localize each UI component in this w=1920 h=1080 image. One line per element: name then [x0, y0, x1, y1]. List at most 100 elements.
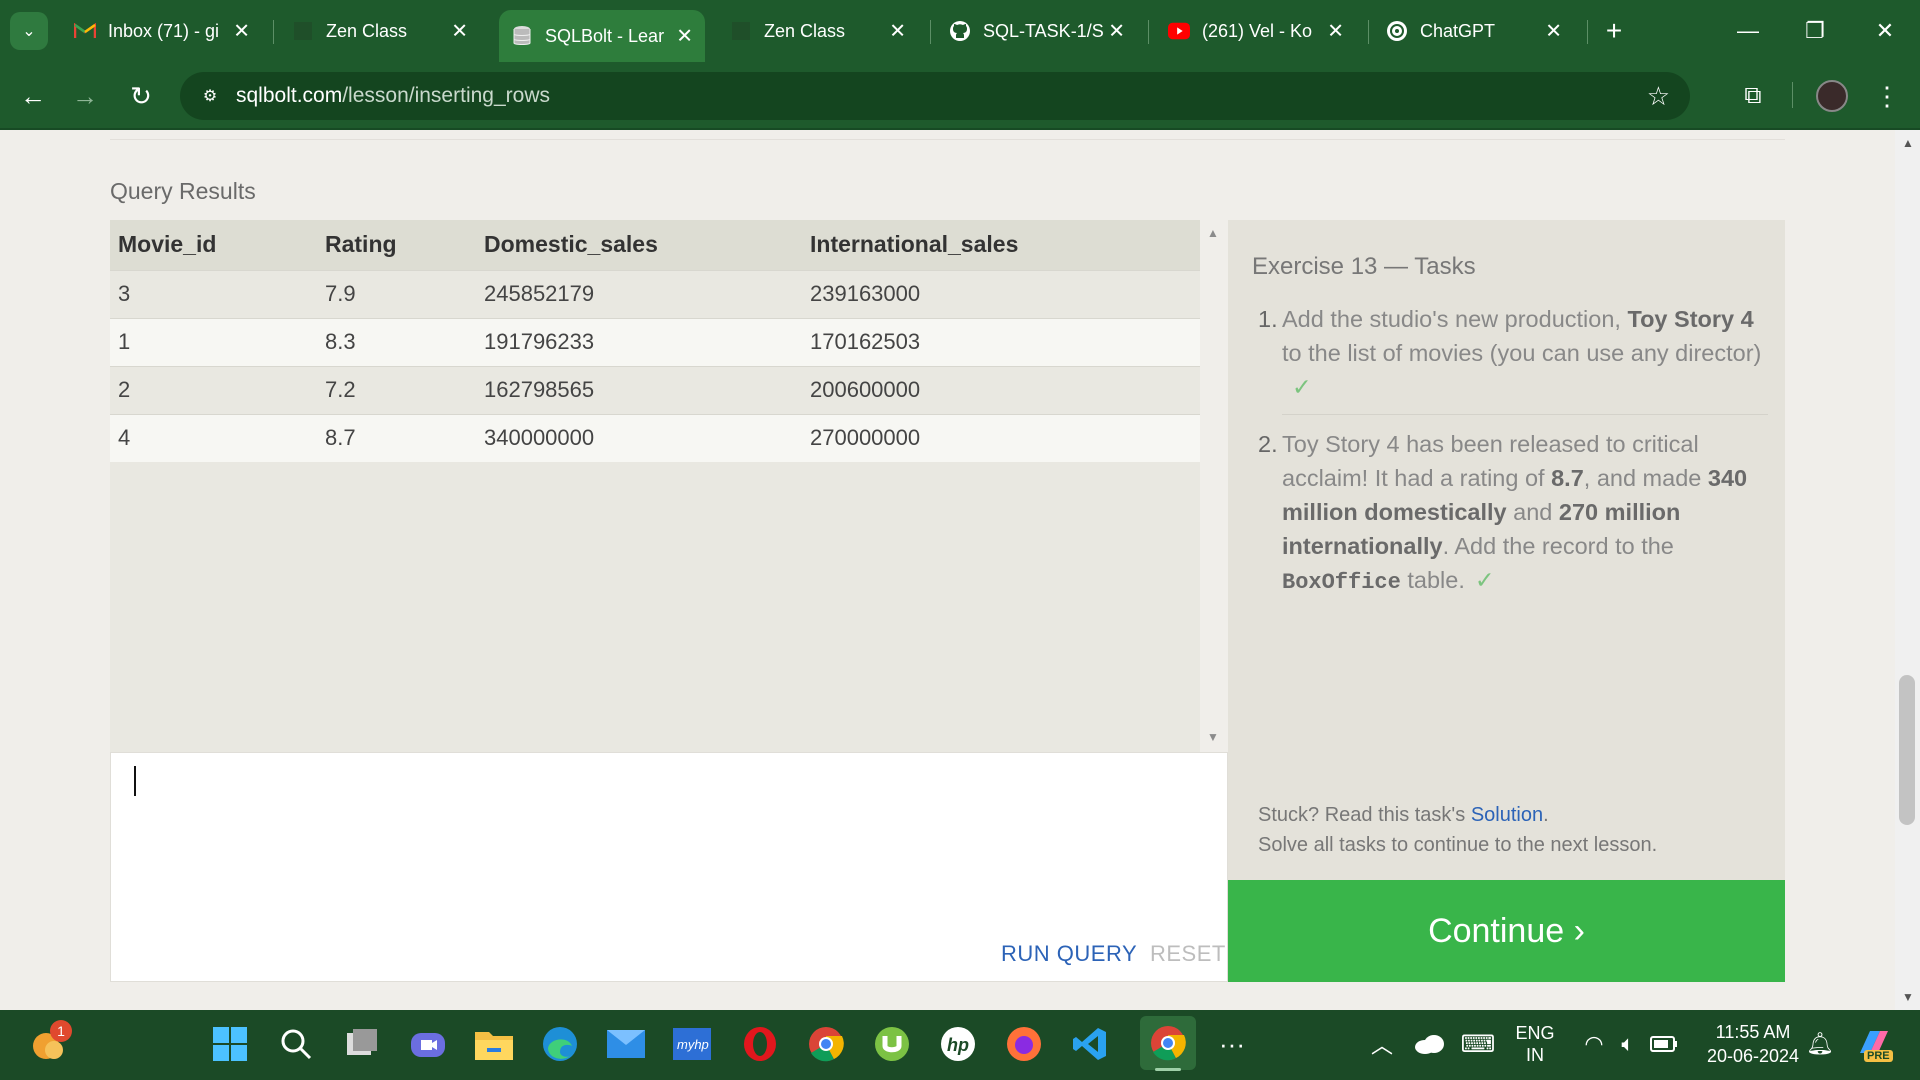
- wifi-icon: ◠: [1584, 1031, 1604, 1056]
- teams-chat-button[interactable]: [404, 1020, 452, 1068]
- firefox-icon: [1007, 1027, 1041, 1061]
- reset-button[interactable]: RESET: [1150, 941, 1226, 967]
- check-icon: ✓: [1292, 374, 1312, 400]
- tab-gmail[interactable]: Inbox (71) - gi ✕: [62, 10, 262, 52]
- hp-button[interactable]: hp: [934, 1020, 982, 1068]
- zen-class-icon: [730, 20, 752, 42]
- table-row: 2 7.2 162798565 200600000: [110, 365, 1200, 414]
- page-scrollbar[interactable]: ▲ ▼: [1895, 130, 1920, 1010]
- active-app-indicator: [1155, 1068, 1181, 1071]
- table-cell: 162798565: [476, 365, 802, 414]
- onedrive-button[interactable]: [1405, 1020, 1453, 1068]
- task-item: 2. Toy Story 4 has been released to crit…: [1258, 427, 1768, 600]
- close-icon[interactable]: ✕: [1545, 19, 1562, 44]
- new-tab-button[interactable]: +: [1594, 12, 1634, 50]
- tab-chatgpt[interactable]: ChatGPT ✕: [1374, 10, 1574, 52]
- start-button[interactable]: [206, 1020, 254, 1068]
- site-settings-icon[interactable]: ⚙: [196, 82, 224, 110]
- scroll-up-icon[interactable]: ▲: [1207, 226, 1219, 240]
- table-cell: 3: [110, 269, 317, 318]
- minimize-button[interactable]: —: [1728, 12, 1768, 50]
- task-list: 1. Add the studio's new production, Toy …: [1258, 302, 1768, 600]
- tab-title: SQL-TASK-1/S: [983, 20, 1104, 41]
- tab-github[interactable]: SQL-TASK-1/S ✕: [937, 10, 1137, 52]
- task-number: 1.: [1258, 306, 1278, 332]
- close-icon[interactable]: ✕: [233, 19, 250, 44]
- tab-zen-class[interactable]: Zen Class ✕: [718, 10, 918, 52]
- task-text-bold: Toy Story 4: [1627, 306, 1754, 332]
- edge-button[interactable]: [536, 1020, 584, 1068]
- svg-text:myhp: myhp: [677, 1037, 709, 1052]
- database-icon: [511, 25, 533, 47]
- solution-link[interactable]: Solution: [1471, 804, 1543, 826]
- run-query-button[interactable]: RUN QUERY: [1001, 941, 1137, 967]
- tab-search-button[interactable]: ⌄: [10, 12, 48, 50]
- more-apps-button[interactable]: ···: [1208, 1020, 1256, 1068]
- tab-sqlbolt[interactable]: SQLBolt - Lear ✕: [499, 10, 705, 62]
- forward-button[interactable]: →: [66, 77, 104, 115]
- mail-button[interactable]: [602, 1020, 650, 1068]
- bell-icon: 🔔︎: [1806, 1031, 1834, 1056]
- scroll-down-icon[interactable]: ▼: [1902, 990, 1914, 1004]
- video-chat-icon: [411, 1033, 445, 1057]
- toolbar-separator: [1792, 82, 1793, 108]
- tab-separator: [1587, 20, 1588, 44]
- chatgpt-icon: [1386, 20, 1408, 42]
- chrome-active-button[interactable]: [1140, 1016, 1196, 1070]
- scroll-down-icon[interactable]: ▼: [1207, 730, 1219, 744]
- input-indicator-button[interactable]: ⌨: [1454, 1020, 1502, 1068]
- close-icon[interactable]: ✕: [451, 19, 468, 44]
- region-code: IN: [1526, 1045, 1544, 1065]
- url-text[interactable]: sqlbolt.com/lesson/inserting_rows: [236, 84, 550, 108]
- results-scrollbar[interactable]: ▲ ▼: [1200, 220, 1228, 752]
- close-icon[interactable]: ✕: [1108, 19, 1125, 44]
- close-icon[interactable]: ✕: [1327, 19, 1344, 44]
- plus-icon: +: [1605, 15, 1623, 46]
- table-cell: 1: [110, 317, 317, 366]
- scrollbar-thumb[interactable]: [1899, 675, 1915, 825]
- chrome-icon: [809, 1027, 844, 1062]
- file-explorer-button[interactable]: [470, 1020, 518, 1068]
- tab-zen-class[interactable]: Zen Class ✕: [280, 10, 480, 52]
- table-cell: 8.3: [317, 317, 476, 366]
- arrow-right-icon: →: [72, 80, 98, 111]
- chrome-button[interactable]: [802, 1020, 850, 1068]
- svg-text:hp: hp: [947, 1035, 969, 1055]
- restore-button[interactable]: ❐: [1795, 12, 1835, 50]
- tab-separator: [1148, 20, 1149, 44]
- table-header-row: Movie_id Rating Domestic_sales Internati…: [110, 220, 1200, 270]
- close-icon[interactable]: ✕: [676, 24, 693, 49]
- battery-button[interactable]: [1640, 1020, 1688, 1068]
- table-cell: 4: [110, 413, 317, 462]
- task-view-button[interactable]: [338, 1020, 386, 1068]
- close-icon[interactable]: ✕: [889, 19, 906, 44]
- back-button[interactable]: ←: [14, 77, 52, 115]
- notifications-button[interactable]: 🔔︎: [1796, 1020, 1844, 1068]
- firefox-button[interactable]: [1000, 1020, 1048, 1068]
- tab-title: SQLBolt - Lear: [545, 25, 665, 46]
- task-table-name: BoxOffice: [1282, 570, 1401, 595]
- continue-button[interactable]: Continue ›: [1228, 880, 1785, 982]
- search-button[interactable]: [272, 1020, 320, 1068]
- tab-youtube[interactable]: (261) Vel - Ko ✕: [1156, 10, 1356, 52]
- utorrent-button[interactable]: [868, 1020, 916, 1068]
- query-results-title: Query Results: [110, 178, 256, 204]
- myhp-icon: myhp: [673, 1028, 711, 1060]
- task-text-bold: 8.7: [1551, 465, 1584, 491]
- close-window-button[interactable]: ✕: [1865, 12, 1905, 50]
- vscode-button[interactable]: [1066, 1020, 1114, 1068]
- scroll-up-icon[interactable]: ▲: [1902, 136, 1914, 150]
- reload-button[interactable]: ↻: [122, 77, 160, 115]
- opera-button[interactable]: [736, 1020, 784, 1068]
- address-bar[interactable]: ⚙ sqlbolt.com/lesson/inserting_rows ☆: [180, 72, 1690, 120]
- profile-avatar[interactable]: [1816, 80, 1848, 112]
- bookmark-star-icon[interactable]: ☆: [1647, 81, 1670, 112]
- show-hidden-icons-button[interactable]: ︿: [1358, 1020, 1406, 1068]
- puzzle-icon: ⧉: [1744, 82, 1762, 109]
- column-header: Domestic_sales: [476, 220, 802, 270]
- myhp-button[interactable]: myhp: [668, 1020, 716, 1068]
- language-indicator[interactable]: ENG IN: [1510, 1022, 1560, 1066]
- stuck-text: .: [1543, 804, 1549, 826]
- extensions-button[interactable]: ⧉: [1734, 77, 1772, 115]
- browser-menu-button[interactable]: ⋮: [1868, 77, 1906, 115]
